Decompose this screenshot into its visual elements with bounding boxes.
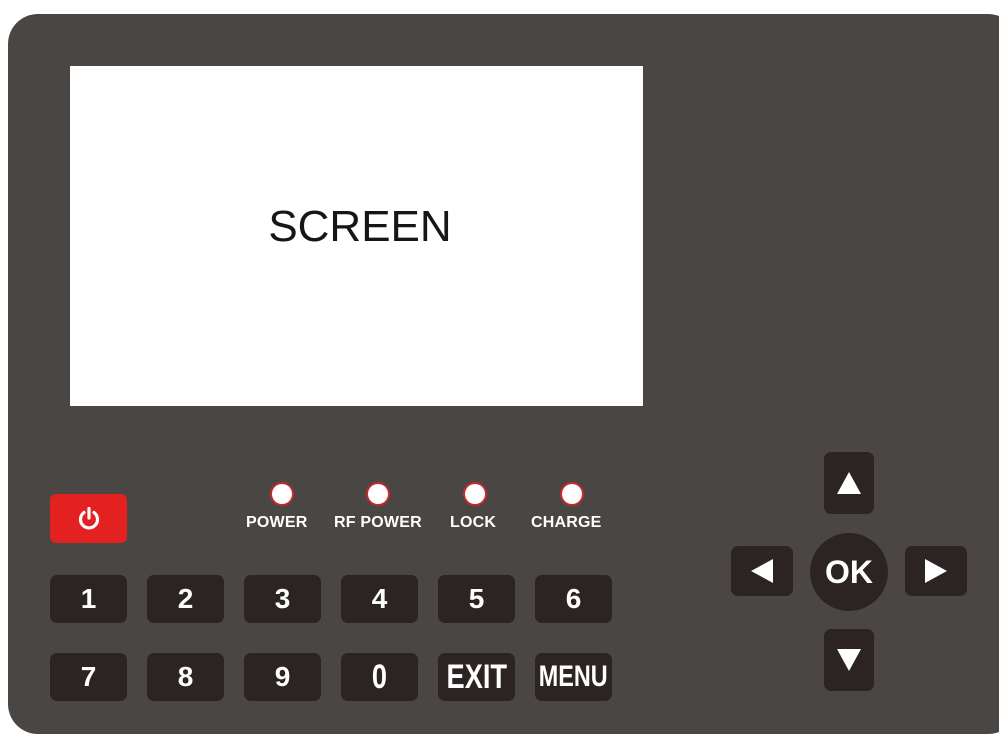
power-button[interactable] — [50, 494, 127, 543]
key-7-label: 7 — [80, 661, 97, 692]
arrow-up-icon — [837, 472, 861, 494]
nav-right-button[interactable] — [905, 546, 967, 596]
nav-up-button[interactable] — [824, 452, 874, 514]
menu-button-label: MENU — [539, 660, 608, 693]
led-label-power: POWER — [246, 514, 308, 531]
key-5-label: 5 — [468, 583, 485, 614]
led-lock — [465, 484, 485, 504]
key-0[interactable]: 0 — [341, 653, 418, 701]
key-2[interactable]: 2 — [147, 575, 224, 623]
screen-label: SCREEN — [268, 202, 452, 251]
arrow-right-icon — [925, 559, 947, 583]
arrow-left-icon — [751, 559, 773, 583]
key-8[interactable]: 8 — [147, 653, 224, 701]
display-screen: SCREEN — [70, 66, 643, 406]
key-6[interactable]: 6 — [535, 575, 612, 623]
key-0-label: 0 — [371, 657, 388, 696]
key-2-label: 2 — [177, 583, 194, 614]
led-rf-power — [368, 484, 388, 504]
led-label-charge: CHARGE — [531, 514, 602, 531]
led-power — [272, 484, 292, 504]
exit-button-label: EXIT — [446, 657, 507, 696]
menu-button[interactable]: MENU — [535, 653, 612, 701]
power-icon — [78, 506, 99, 529]
exit-button[interactable]: EXIT — [438, 653, 515, 701]
key-4-label: 4 — [371, 583, 388, 614]
key-7[interactable]: 7 — [50, 653, 127, 701]
key-6-label: 6 — [565, 583, 582, 614]
key-9-label: 9 — [274, 661, 291, 692]
key-3-label: 3 — [274, 583, 291, 614]
key-3[interactable]: 3 — [244, 575, 321, 623]
key-4[interactable]: 4 — [341, 575, 418, 623]
key-8-label: 8 — [177, 661, 194, 692]
key-1-label: 1 — [80, 583, 97, 614]
led-label-lock: LOCK — [450, 514, 497, 531]
nav-left-button[interactable] — [731, 546, 793, 596]
led-label-rf-power: RF POWER — [334, 514, 422, 531]
key-1[interactable]: 1 — [50, 575, 127, 623]
ok-button-label: OK — [825, 553, 873, 590]
key-5[interactable]: 5 — [438, 575, 515, 623]
key-9[interactable]: 9 — [244, 653, 321, 701]
ok-button[interactable]: OK — [810, 533, 888, 611]
arrow-down-icon — [837, 649, 861, 671]
led-charge — [562, 484, 582, 504]
nav-down-button[interactable] — [824, 629, 874, 691]
